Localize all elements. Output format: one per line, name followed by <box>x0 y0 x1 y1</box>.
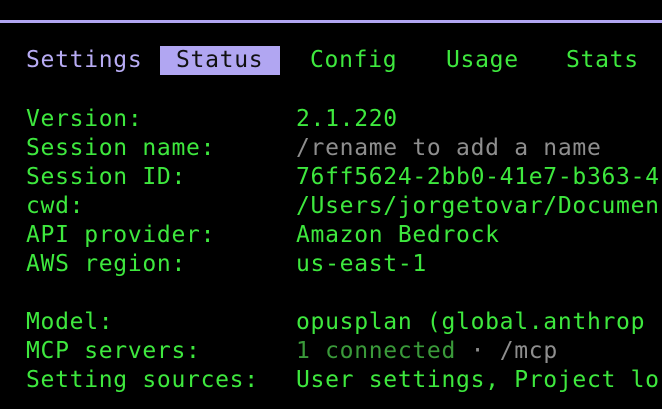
status-row-session-id: Session ID: 76ff5624-2bb0-41e7-b363-4 <box>0 163 662 192</box>
setting-sources-label: Setting sources: <box>26 367 259 393</box>
tab-status[interactable]: Status <box>160 46 280 75</box>
session-name-label: Session name: <box>26 135 216 161</box>
mcp-servers-value: 1 connected · /mcp <box>296 337 558 366</box>
tab-stats[interactable]: Stats <box>566 46 639 75</box>
mcp-command: /mcp <box>499 338 558 364</box>
api-provider-value: Amazon Bedrock <box>296 222 500 248</box>
tab-config[interactable]: Config <box>310 46 397 75</box>
cwd-label: cwd: <box>26 193 85 219</box>
api-provider-label: API provider: <box>26 222 216 248</box>
session-name-value: /rename to add a name <box>296 135 602 161</box>
model-label: Model: <box>26 309 114 335</box>
tab-usage[interactable]: Usage <box>446 46 519 75</box>
status-row-model: Model: opusplan (global.anthrop <box>0 308 662 337</box>
session-id-label: Session ID: <box>26 164 187 190</box>
mcp-separator: · <box>456 338 500 364</box>
status-row-version: Version: 2.1.220 <box>0 105 662 134</box>
status-row-setting-sources: Setting sources: User settings, Project … <box>0 366 662 395</box>
tab-bar: Settings Status Config Usage Stats <box>0 46 662 75</box>
version-label: Version: <box>26 106 143 132</box>
settings-title: Settings <box>26 47 143 73</box>
aws-region-label: AWS region: <box>26 251 187 277</box>
model-value: opusplan (global.anthrop <box>296 309 646 335</box>
aws-region-value: us-east-1 <box>296 251 427 277</box>
top-border-rule <box>0 20 662 23</box>
cwd-value: /Users/jorgetovar/Documen <box>296 193 660 219</box>
session-id-value: 76ff5624-2bb0-41e7-b363-4 <box>296 164 660 190</box>
status-row-aws-region: AWS region: us-east-1 <box>0 250 662 279</box>
mcp-servers-label: MCP servers: <box>26 338 201 364</box>
status-row-session-name: Session name: /rename to add a name <box>0 134 662 163</box>
status-row-mcp-servers: MCP servers: 1 connected · /mcp <box>0 337 662 366</box>
version-value: 2.1.220 <box>296 106 398 132</box>
mcp-connected-count: 1 connected <box>296 338 457 364</box>
status-row-cwd: cwd: /Users/jorgetovar/Documen <box>0 192 662 221</box>
status-row-api-provider: API provider: Amazon Bedrock <box>0 221 662 250</box>
setting-sources-value: User settings, Project lo <box>296 367 660 393</box>
